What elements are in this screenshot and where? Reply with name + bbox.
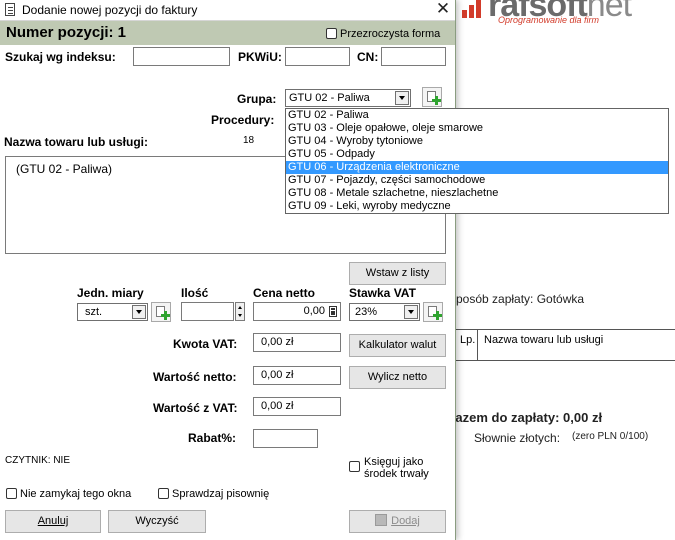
quantity-label: Ilość — [181, 286, 209, 300]
add-item-button[interactable]: Dodaj — [349, 510, 446, 533]
plus-icon — [433, 311, 442, 320]
vat-rate-select[interactable]: 23% — [349, 303, 420, 321]
group-dropdown-list[interactable]: GTU 02 - Paliwa GTU 03 - Oleje opałowe, … — [285, 108, 669, 214]
cancel-button[interactable]: Anuluj — [5, 510, 101, 533]
save-icon — [375, 514, 388, 526]
unit-label: Jedn. miary — [77, 286, 144, 300]
net-price-input[interactable]: 0,00 — [253, 302, 341, 321]
spellcheck-label: Sprawdzaj pisownię — [172, 488, 270, 500]
clear-button[interactable]: Wyczyść — [108, 510, 206, 533]
window-title: Dodanie nowej pozycji do faktury — [22, 3, 198, 17]
title-bar[interactable]: Dodanie nowej pozycji do faktury ✕ — [0, 0, 455, 21]
vat-amount-label: Kwota VAT: — [173, 337, 238, 351]
index-search-input[interactable] — [133, 47, 230, 66]
product-char-count: 18 — [243, 135, 255, 146]
group-option-highlighted[interactable]: GTU 06 - Urządzenia elektroniczne — [286, 161, 668, 174]
group-option[interactable]: GTU 04 - Wyroby tytoniowe — [286, 135, 668, 148]
gross-value-field[interactable]: 0,00 zł — [253, 397, 341, 416]
transparent-form-checkbox[interactable] — [326, 28, 337, 39]
net-price-value: 0,00 — [303, 305, 325, 317]
chevron-down-icon[interactable] — [404, 305, 418, 319]
logo-tagline: Oprogramowanie dla firm — [498, 15, 600, 25]
group-select[interactable]: GTU 02 - Paliwa — [285, 89, 411, 107]
net-value-label: Wartość netto: — [153, 370, 237, 384]
spellcheck-checkbox[interactable] — [158, 488, 169, 499]
group-selected-value: GTU 02 - Paliwa — [289, 92, 370, 104]
keep-open-label: Nie zamykaj tego okna — [20, 488, 132, 500]
unit-select[interactable]: szt. — [77, 303, 148, 321]
product-name-label: Nazwa towaru lub usługi: — [4, 135, 149, 149]
add-item-dialog: Dodanie nowej pozycji do faktury ✕ Numer… — [0, 0, 456, 540]
add-group-button[interactable] — [422, 87, 442, 107]
amount-in-words-label: Słownie złotych: — [474, 431, 561, 445]
amount-in-words-value: (zero PLN 0/100) — [572, 431, 649, 442]
group-option[interactable]: GTU 03 - Oleje opałowe, oleje smarowe — [286, 122, 668, 135]
invoice-items-table-header: Lp. Nazwa towaru lub usługi — [456, 329, 675, 361]
group-option[interactable]: GTU 07 - Pojazdy, części samochodowe — [286, 174, 668, 187]
table-col-name: Nazwa towaru lub usługi — [484, 334, 604, 346]
net-price-label: Cena netto — [253, 286, 316, 300]
table-col-lp: Lp. — [456, 330, 478, 360]
fixed-asset-label: Księguj jako środek trwały — [364, 456, 429, 480]
transparent-form-label: Przezroczysta forma — [340, 28, 441, 40]
group-label: Grupa: — [237, 92, 277, 106]
item-number: Numer pozycji: 1 — [6, 24, 127, 41]
pkwiu-label: PKWiU: — [238, 50, 282, 64]
vat-rate-label: Stawka VAT — [349, 286, 416, 300]
group-option[interactable]: GTU 02 - Paliwa — [286, 109, 668, 122]
add-vat-rate-button[interactable] — [423, 302, 443, 322]
add-unit-button[interactable] — [151, 302, 171, 322]
group-option[interactable]: GTU 05 - Odpady — [286, 148, 668, 161]
reader-status: CZYTNIK: NIE — [5, 455, 71, 466]
invoice-doc-icon — [5, 3, 15, 16]
discount-label: Rabat%: — [188, 431, 237, 445]
vat-amount-field[interactable]: 0,00 zł — [253, 333, 341, 352]
cn-input[interactable] — [381, 47, 446, 66]
quantity-stepper[interactable] — [235, 302, 245, 321]
unit-selected-value: szt. — [85, 306, 103, 318]
pkwiu-input[interactable] — [285, 47, 350, 66]
payment-method: posób zapłaty: Gotówka — [456, 292, 585, 306]
procedures-label: Procedury: — [211, 113, 275, 127]
quantity-input[interactable] — [181, 302, 234, 321]
cn-label: CN: — [357, 50, 379, 64]
vat-rate-selected-value: 23% — [355, 306, 378, 318]
group-option[interactable]: GTU 09 - Leki, wyroby medyczne — [286, 200, 668, 213]
item-number-bar: Numer pozycji: 1 Przezroczysta forma — [0, 21, 455, 45]
close-button[interactable]: ✕ — [432, 0, 454, 19]
group-option[interactable]: GTU 08 - Metale szlachetne, nieszlachetn… — [286, 187, 668, 200]
net-value-field[interactable]: 0,00 zł — [253, 366, 341, 385]
keep-open-checkbox[interactable] — [6, 488, 17, 499]
plus-icon — [432, 96, 441, 105]
currency-calculator-button[interactable]: Kalkulator walut — [349, 334, 446, 357]
calculate-net-button[interactable]: Wylicz netto — [349, 366, 446, 389]
discount-input[interactable] — [253, 429, 318, 448]
insert-from-list-button[interactable]: Wstaw z listy — [349, 262, 446, 285]
index-search-label: Szukaj wg indeksu: — [5, 50, 116, 64]
plus-icon — [161, 311, 170, 320]
logo-bars-icon — [462, 0, 484, 18]
gross-value-label: Wartość z VAT: — [153, 401, 238, 415]
fixed-asset-checkbox[interactable] — [349, 461, 360, 472]
chevron-down-icon[interactable] — [395, 91, 409, 105]
invoice-total: Razem do zapłaty: 0,00 zł — [446, 410, 603, 425]
chevron-down-icon[interactable] — [132, 305, 146, 319]
calculator-icon[interactable] — [329, 306, 337, 317]
